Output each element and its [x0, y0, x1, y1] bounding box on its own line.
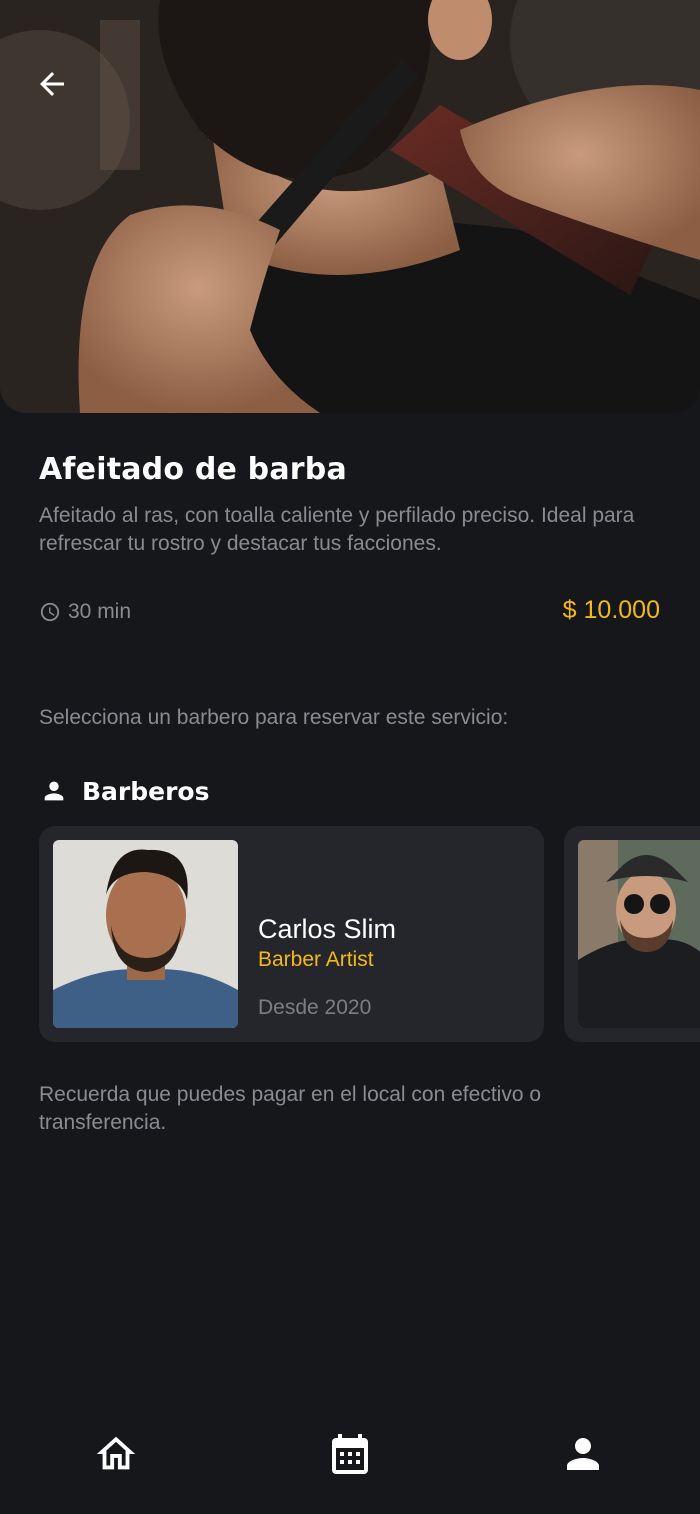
nav-calendar[interactable]	[322, 1426, 378, 1482]
service-duration: 30 min	[39, 598, 131, 626]
service-title: Afeitado de barba	[39, 452, 347, 487]
service-detail-screen: Afeitado de barba Afeitado al ras, con t…	[0, 0, 700, 1514]
payment-note: Recuerda que puedes pagar en el local co…	[39, 1083, 542, 1134]
barber-name: Carlos Slim	[258, 914, 397, 944]
calendar-icon	[332, 1434, 368, 1474]
home-icon	[96, 1436, 136, 1470]
bottom-navigation	[0, 1390, 700, 1514]
barber-shaving-photo	[0, 0, 700, 413]
arrow-left-icon	[40, 72, 64, 96]
duration-text: 30 min	[68, 600, 132, 623]
service-price: $ 10.000	[562, 596, 660, 624]
nav-profile[interactable]	[555, 1426, 611, 1482]
profile-icon	[567, 1438, 599, 1470]
select-barber-hint: Selecciona un barbero para reservar este…	[39, 706, 509, 729]
service-description: Afeitado al ras, con toalla caliente y p…	[39, 504, 635, 555]
barber-role: Barber Artist	[258, 948, 374, 971]
back-button[interactable]	[34, 66, 82, 114]
barber-card[interactable]: Carlos Slim Barber Artist Desde 2020	[39, 826, 544, 1042]
barber-photo	[578, 840, 700, 1028]
nav-home[interactable]	[88, 1426, 144, 1482]
service-hero-image	[0, 0, 700, 413]
barber-since: Desde 2020	[258, 996, 372, 1019]
person-icon	[44, 781, 64, 801]
clock-icon	[40, 602, 60, 622]
barber-photo	[53, 840, 238, 1028]
barber-card[interactable]	[564, 826, 700, 1042]
barbers-section-title: Barberos	[82, 776, 210, 806]
barbers-section-header: Barberos	[40, 774, 210, 808]
